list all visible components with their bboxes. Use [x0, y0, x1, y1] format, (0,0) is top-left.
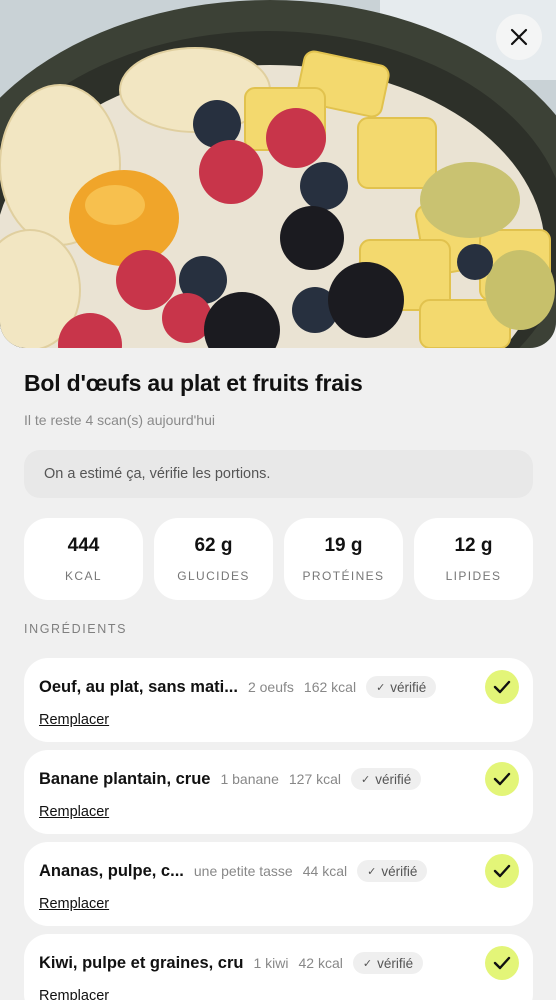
- confirm-ingredient-button[interactable]: [485, 762, 519, 796]
- small-check-icon: ✓: [361, 773, 371, 786]
- stat-value: 444: [67, 535, 100, 556]
- replace-link[interactable]: Remplacer: [39, 712, 109, 728]
- close-icon: [510, 28, 528, 46]
- ingredient-card: Banane plantain, crue 1 banane 127 kcal …: [24, 750, 533, 834]
- estimate-notice-text: On a estimé ça, vérifie les portions.: [44, 466, 271, 482]
- verified-badge-label: vérifié: [375, 771, 412, 787]
- scans-remaining-text: Il te reste 4 scan(s) aujourd'hui: [24, 412, 215, 428]
- checkmark-icon: [493, 864, 511, 878]
- ingredient-quantity: 2 oeufs: [247, 679, 294, 695]
- ingredient-info: Ananas, pulpe, c... une petite tasse 44 …: [39, 860, 519, 882]
- ingredient-card: Ananas, pulpe, c... une petite tasse 44 …: [24, 842, 533, 926]
- ingredient-info: Banane plantain, crue 1 banane 127 kcal …: [39, 768, 519, 790]
- ingredient-quantity: 1 banane: [220, 771, 279, 787]
- nutrition-stats: 444 KCAL 62 g GLUCIDES 19 g PROTÉINES 12…: [24, 518, 533, 600]
- small-check-icon: ✓: [367, 865, 377, 878]
- stat-value: 19 g: [324, 535, 363, 556]
- ingredient-kcal: 127 kcal: [288, 771, 342, 787]
- ingredient-kcal: 42 kcal: [298, 955, 343, 971]
- replace-link[interactable]: Remplacer: [39, 804, 109, 820]
- meal-photo-illustration: [0, 0, 556, 348]
- ingredient-name: Oeuf, au plat, sans mati...: [39, 677, 238, 696]
- estimate-notice: On a estimé ça, vérifie les portions.: [24, 450, 533, 498]
- ingredient-card: Oeuf, au plat, sans mati... 2 oeufs 162 …: [24, 658, 533, 742]
- checkmark-icon: [493, 956, 511, 970]
- stat-label: PROTÉINES: [302, 569, 385, 583]
- ingredient-card: Kiwi, pulpe et graines, cru 1 kiwi 42 kc…: [24, 934, 533, 1000]
- ingredient-name: Kiwi, pulpe et graines, cru: [39, 953, 244, 972]
- stat-label: LIPIDES: [445, 569, 502, 583]
- ingredients-list: Oeuf, au plat, sans mati... 2 oeufs 162 …: [24, 658, 533, 1000]
- small-check-icon: ✓: [362, 957, 373, 970]
- confirm-ingredient-button[interactable]: [485, 670, 519, 704]
- ingredient-kcal: 44 kcal: [302, 863, 348, 879]
- stat-fat: 12 g LIPIDES: [414, 518, 533, 600]
- meal-photo: [0, 0, 556, 348]
- meal-title: Bol d'œufs au plat et fruits frais: [24, 370, 363, 396]
- small-check-icon: ✓: [376, 681, 386, 694]
- replace-link[interactable]: Remplacer: [39, 988, 109, 1000]
- ingredient-info: Oeuf, au plat, sans mati... 2 oeufs 162 …: [39, 676, 519, 698]
- ingredient-name: Ananas, pulpe, c...: [39, 861, 184, 880]
- ingredients-heading: INGRÉDIENTS: [24, 622, 128, 636]
- stat-label: GLUCIDES: [177, 569, 250, 583]
- checkmark-icon: [493, 772, 511, 786]
- ingredient-info: Kiwi, pulpe et graines, cru 1 kiwi 42 kc…: [39, 952, 519, 974]
- ingredient-kcal: 162 kcal: [303, 679, 357, 695]
- verified-badge-label: vérifié: [377, 955, 414, 971]
- stat-kcal: 444 KCAL: [24, 518, 143, 600]
- verified-badge: ✓ vérifié: [357, 860, 428, 882]
- verified-badge: ✓ vérifié: [351, 768, 422, 790]
- stat-value: 62 g: [194, 535, 233, 556]
- verified-badge-label: vérifié: [381, 863, 418, 879]
- ingredient-quantity: une petite tasse: [193, 863, 293, 879]
- ingredient-quantity: 1 kiwi: [253, 955, 289, 971]
- close-button[interactable]: [496, 14, 542, 60]
- stat-label: KCAL: [65, 569, 102, 583]
- verified-badge: ✓ vérifié: [352, 952, 424, 974]
- replace-link[interactable]: Remplacer: [39, 896, 109, 912]
- stat-carbs: 62 g GLUCIDES: [154, 518, 273, 600]
- verified-badge-label: vérifié: [390, 679, 427, 695]
- verified-badge: ✓ vérifié: [366, 676, 437, 698]
- ingredient-name: Banane plantain, crue: [39, 769, 211, 788]
- checkmark-icon: [493, 680, 511, 694]
- stat-value: 12 g: [454, 535, 493, 556]
- confirm-ingredient-button[interactable]: [485, 946, 519, 980]
- confirm-ingredient-button[interactable]: [485, 854, 519, 888]
- stat-protein: 19 g PROTÉINES: [284, 518, 403, 600]
